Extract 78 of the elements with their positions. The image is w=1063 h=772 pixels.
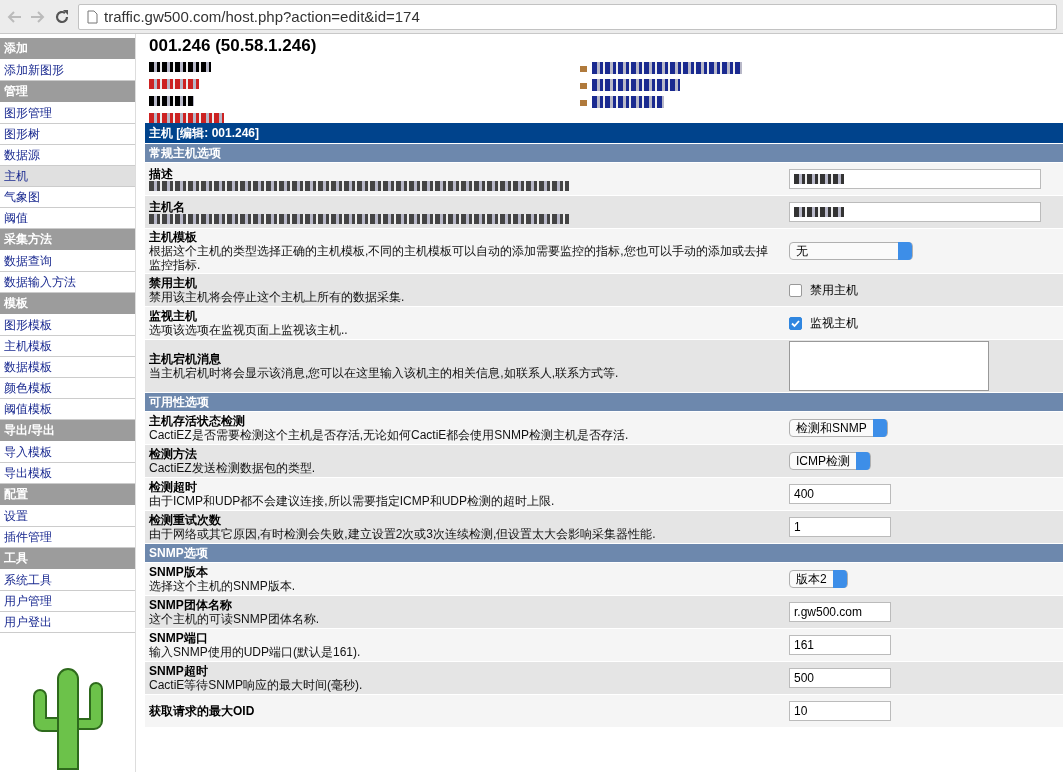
- text-field[interactable]: [789, 169, 1041, 189]
- menu-item[interactable]: 气象图: [0, 187, 135, 208]
- field-label: SNMP版本: [149, 565, 209, 579]
- menu-item[interactable]: 用户登出: [0, 612, 135, 633]
- field-label: 检测超时: [149, 480, 198, 494]
- field-label: 监视主机: [149, 309, 198, 323]
- menu-section-header: 添加: [0, 38, 135, 59]
- field-label: 主机存活状态检测: [149, 414, 246, 428]
- field-label: 主机宕机消息: [149, 352, 222, 366]
- field-description: 当主机宕机时将会显示该消息,您可以在这里输入该机主的相关信息,如联系人,联系方式等.: [149, 366, 620, 380]
- field-description: CactiEZ发送检测数据包的类型.: [149, 461, 316, 475]
- host-title: 001.246 (50.58.1.246): [149, 36, 318, 56]
- menu-item[interactable]: 图形模板: [0, 315, 135, 336]
- menu-item[interactable]: 导入模板: [0, 442, 135, 463]
- redacted-link[interactable]: [592, 62, 742, 74]
- field-label: 描述: [149, 167, 174, 181]
- section-header: 常规主机选项: [145, 143, 1063, 162]
- menu-section-header: 采集方法: [0, 229, 135, 250]
- field-description: 由于ICMP和UDP都不会建议连接,所以需要指定ICMP和UDP检测的超时上限.: [149, 494, 556, 508]
- field-description: CactiEZ是否需要检测这个主机是否存活,无论如何CactiE都会使用SNMP检测主机是否存活.: [149, 428, 630, 442]
- redacted-text: [794, 174, 844, 184]
- text-field[interactable]: 1: [789, 517, 891, 537]
- text-field[interactable]: 500: [789, 668, 891, 688]
- text-area[interactable]: [789, 341, 989, 391]
- menu-item[interactable]: 主机: [0, 166, 135, 187]
- checkbox-label: 监视主机: [810, 314, 858, 332]
- panel-header: 主机 [编辑: 001.246]: [145, 122, 1063, 143]
- text-field[interactable]: r.gw500.com: [789, 602, 891, 622]
- reload-icon[interactable]: [54, 8, 70, 25]
- field-description: 由于网络或其它原因,有时检测会失败,建立设置2次或3次连续检测,但设置太大会影响采集器性能.: [149, 527, 657, 541]
- field-description: 输入SNMP使用的UDP端口(默认是161).: [149, 645, 362, 659]
- field-label: SNMP团体名称: [149, 598, 233, 612]
- text-field[interactable]: [789, 202, 1041, 222]
- menu-item[interactable]: 数据模板: [0, 357, 135, 378]
- field-label: 禁用主机: [149, 276, 198, 290]
- checkbox-label: 禁用主机: [810, 281, 858, 299]
- field-description: 这个主机的可读SNMP团体名称.: [149, 612, 320, 626]
- menu-section-header: 管理: [0, 81, 135, 102]
- checkbox[interactable]: [789, 283, 802, 297]
- menu-item[interactable]: 数据查询: [0, 251, 135, 272]
- page-icon: [87, 9, 98, 24]
- redacted-text: [794, 207, 844, 217]
- menu-item[interactable]: 图形树: [0, 124, 135, 145]
- menu-item[interactable]: 图形管理: [0, 103, 135, 124]
- menu-item[interactable]: 用户管理: [0, 591, 135, 612]
- field-description: 选项该选项在监视页面上监视该主机..: [149, 323, 349, 337]
- text-field[interactable]: 10: [789, 701, 891, 721]
- select-dropdown[interactable]: 无: [789, 242, 913, 260]
- field-label: 主机名: [149, 200, 186, 214]
- menu-section-header: 工具: [0, 548, 135, 569]
- menu-item[interactable]: 设置: [0, 506, 135, 527]
- menu-item[interactable]: 主机模板: [0, 336, 135, 357]
- field-description: 选择这个主机的SNMP版本.: [149, 579, 296, 593]
- checkbox[interactable]: [789, 316, 802, 330]
- redacted-link[interactable]: [592, 79, 680, 91]
- field-description: CactiE等待SNMP响应的最大时间(毫秒).: [149, 678, 364, 692]
- field-label: SNMP超时: [149, 664, 209, 678]
- field-label: 主机模板: [149, 230, 198, 244]
- menu-section-header: 模板: [0, 293, 135, 314]
- field-description: 根据这个主机的类型选择正确的主机模板,不同的主机模板可以自动的添加需要监控的指标,您也可以手动的添加或去掉监控指标.: [149, 244, 769, 272]
- text-field[interactable]: 400: [789, 484, 891, 504]
- redacted-link[interactable]: [592, 96, 664, 108]
- select-dropdown[interactable]: 版本2: [789, 570, 848, 588]
- menu-item[interactable]: 系统工具: [0, 570, 135, 591]
- field-label: 检测重试次数: [149, 513, 222, 527]
- address-bar[interactable]: traffic.gw500.com/host.php?action=edit&id=174: [78, 3, 1057, 30]
- section-header: 可用性选项: [145, 392, 1063, 411]
- select-dropdown[interactable]: ICMP检测: [789, 452, 871, 470]
- section-header: SNMP选项: [145, 543, 1063, 562]
- menu-section-header: 配置: [0, 484, 135, 505]
- field-label: SNMP端口: [149, 631, 209, 645]
- select-dropdown[interactable]: 检测和SNMP: [789, 419, 888, 437]
- field-description: 禁用该主机将会停止这个主机上所有的数据采集.: [149, 290, 406, 304]
- menu-section-header: 导出/导出: [0, 420, 135, 441]
- menu-item[interactable]: 颜色模板: [0, 378, 135, 399]
- field-label: 获取请求的最大OID: [149, 704, 256, 718]
- text-field[interactable]: 161: [789, 635, 891, 655]
- field-label: 检测方法: [149, 447, 198, 461]
